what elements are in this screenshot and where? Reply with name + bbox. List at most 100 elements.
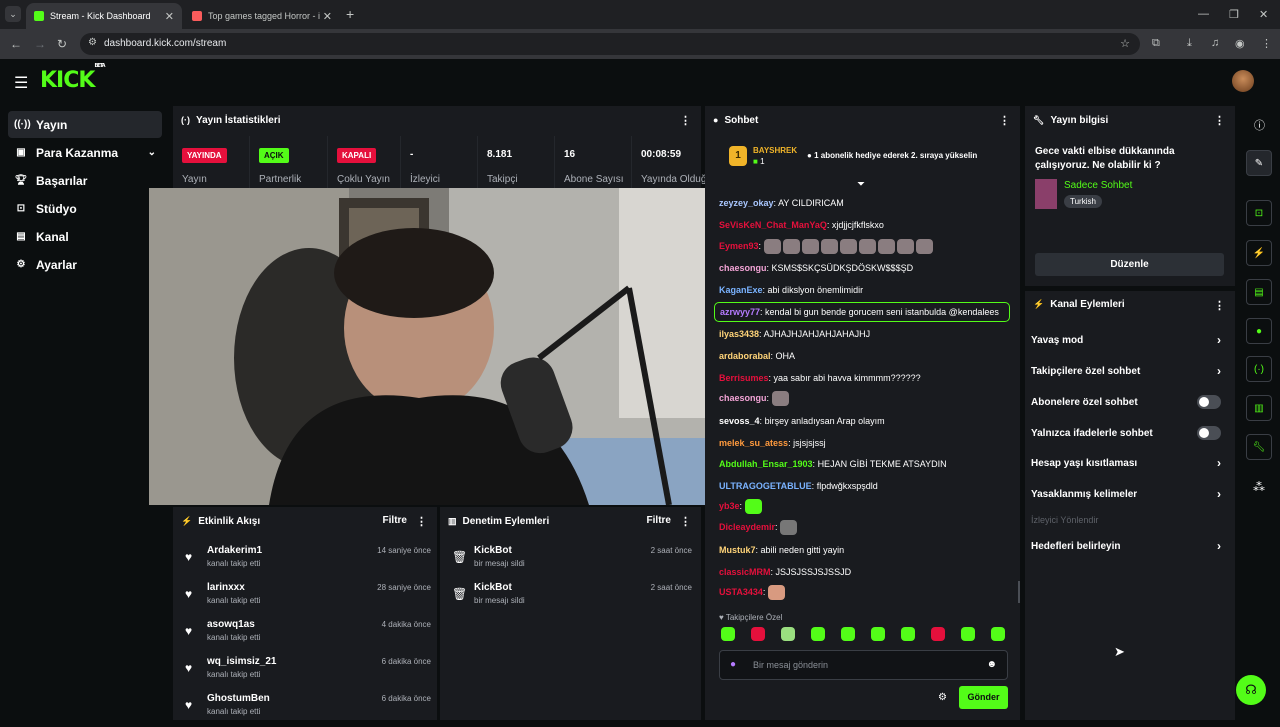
toggle-switch[interactable] [1197, 426, 1221, 440]
info-icon: ● [807, 151, 812, 160]
emote-icon[interactable] [751, 627, 765, 641]
emote-icon[interactable] [931, 627, 945, 641]
microphone-icon[interactable]: ● [730, 659, 736, 670]
emote-icon [763, 239, 781, 254]
sidebar-item-basarilar[interactable]: 🏆︎ Başarılar [8, 167, 162, 194]
sidebar-item-ayarlar[interactable]: ⚙ Ayarlar [8, 251, 162, 278]
kick-favicon-icon [34, 11, 44, 21]
chat-scrollbar[interactable] [1018, 581, 1020, 603]
sidebar-item-kanal[interactable]: ▤ Kanal [8, 223, 162, 250]
moderation-icon: ▥ [448, 515, 457, 526]
category-thumbnail[interactable] [1035, 179, 1057, 209]
restore-icon[interactable]: ❐ [1229, 8, 1239, 21]
list-item: ♥ Ardakerim1 kanalı takip etti 14 saniye… [185, 545, 431, 568]
tab-search-button[interactable]: ⌄ [5, 6, 21, 22]
emote-icon [782, 239, 800, 254]
category-link[interactable]: Sadece Sohbet [1064, 180, 1132, 191]
webcam-image [149, 188, 711, 505]
edit-pencil-icon[interactable]: ✎ [1246, 150, 1272, 176]
action-yavas-mod[interactable]: Yavaş mod › [1031, 333, 1221, 347]
send-button[interactable]: Gönder [959, 686, 1008, 709]
collapse-icon[interactable]: ⏷ [857, 179, 865, 190]
kick-logo[interactable]: KICKBETA [40, 63, 106, 93]
support-headset-icon[interactable]: ☊ [1236, 675, 1266, 705]
gift-leaderboard[interactable]: 1 BAYSHREK ■ 1 ● 1 abonelik hediye edere… [727, 144, 1017, 174]
site-info-icon[interactable]: ⚙ [88, 37, 97, 48]
lightning-icon[interactable]: ⚡ [1246, 240, 1272, 266]
sidebar-item-studyo[interactable]: ⊡ Stüdyo [8, 195, 162, 222]
tab-itch[interactable]: Top games tagged Horror - itch ✕ [184, 3, 340, 29]
edit-button[interactable]: Düzenle [1035, 253, 1224, 276]
filter-button[interactable]: Filtre [383, 515, 407, 526]
emote-icon [780, 520, 798, 535]
minimize-icon[interactable]: — [1198, 8, 1209, 20]
new-tab-button[interactable]: + [346, 6, 354, 22]
channel-actions-header: ⚡ Kanal Eylemleri ⋮ [1033, 298, 1225, 313]
lightning-icon: ⚡ [1033, 298, 1045, 309]
wrench-icon[interactable]: 🔧︎ [1246, 434, 1272, 460]
kebab-menu-icon[interactable]: ⋮ [1214, 114, 1225, 127]
url-text[interactable]: dashboard.kick.com/stream [104, 38, 226, 49]
moderation-icon[interactable]: ▥ [1246, 395, 1272, 421]
forward-icon[interactable]: → [34, 37, 46, 51]
document-icon[interactable]: ▤ [1246, 279, 1272, 305]
info-icon[interactable]: ⓘ [1254, 117, 1265, 133]
emote-icon[interactable] [901, 627, 915, 641]
media-icon[interactable]: ♫ [1211, 37, 1219, 49]
kebab-menu-icon[interactable]: ⋮ [680, 515, 691, 528]
bookmark-star-icon[interactable]: ☆ [1120, 37, 1130, 50]
action-takipcilere-ozel[interactable]: Takipçilere özel sohbet › [1031, 364, 1221, 378]
emote-icon[interactable] [991, 627, 1005, 641]
moderation-panel: ▥ Denetim Eylemleri Filtre ⋮ 🗑︎ KickBot … [440, 507, 701, 720]
kebab-menu-icon[interactable]: ⋮ [999, 114, 1010, 127]
emote-icon[interactable] [721, 627, 735, 641]
tab-kick-dashboard[interactable]: Stream - Kick Dashboard ✕ [26, 3, 182, 29]
kebab-menu-icon[interactable]: ⋮ [680, 114, 691, 127]
emote-icon[interactable] [961, 627, 975, 641]
emote-icon[interactable] [811, 627, 825, 641]
chevron-right-icon: › [1217, 487, 1221, 501]
address-bar[interactable]: ⚙ dashboard.kick.com/stream ☆ [80, 33, 1140, 55]
close-tab-icon[interactable]: ✕ [323, 10, 332, 23]
chevron-right-icon: › [1217, 333, 1221, 347]
extensions-icon[interactable]: ⧉ [1152, 37, 1160, 50]
status-badge: KAPALI [337, 148, 377, 163]
close-tab-icon[interactable]: ✕ [165, 10, 174, 23]
emote-icon[interactable] [781, 627, 795, 641]
reload-icon[interactable]: ↻ [57, 37, 67, 51]
sidebar-item-para-kazanma[interactable]: ▣ Para Kazanma ⌄ [8, 139, 162, 166]
filter-button[interactable]: Filtre [647, 515, 671, 526]
sidebar-item-yayin[interactable]: ((·)) Yayın [8, 111, 162, 138]
gear-icon: ⚙ [16, 259, 26, 270]
avatar[interactable] [1232, 70, 1254, 92]
emoji-icon[interactable]: ☻ [986, 659, 997, 670]
action-hedefler[interactable]: Hedefleri belirleyin › [1031, 539, 1221, 553]
kebab-menu-icon[interactable]: ⋮ [416, 515, 427, 528]
stream-preview-video[interactable] [149, 188, 711, 505]
chat-message: zeyzey_okay: AY CILDIRICAM [719, 198, 844, 208]
download-icon[interactable]: ⤓ [1187, 37, 1192, 50]
chat-bubble-icon[interactable]: ● [1246, 318, 1272, 344]
stat-partnerlik: AÇIK Partnerlik [250, 136, 328, 191]
emote-icon[interactable] [841, 627, 855, 641]
broadcast-icon[interactable]: (·) [1246, 356, 1272, 382]
toggle-switch[interactable] [1197, 395, 1221, 409]
chat-settings-icon[interactable]: ⚙ [938, 692, 947, 703]
kebab-menu-icon[interactable]: ⋮ [1214, 299, 1225, 312]
capture-icon[interactable]: ⊡ [1246, 200, 1272, 226]
heart-icon: ♥ [185, 698, 193, 712]
chat-input[interactable]: ● Bir mesaj gönderin ☻ [719, 650, 1008, 680]
apps-icon[interactable]: ⁂ [1253, 480, 1265, 494]
menu-icon[interactable]: ☰ [14, 73, 28, 93]
action-hesap-yasi[interactable]: Hesap yaşı kısıtlaması › [1031, 456, 1221, 470]
status-badge: YAYINDA [182, 148, 227, 163]
action-yasakli-kelimeler[interactable]: Yasaklanmış kelimeler › [1031, 487, 1221, 501]
emote-icon[interactable] [871, 627, 885, 641]
profile-icon[interactable]: ◉ [1235, 37, 1245, 50]
chat-message: melek_su_atess: jsjsjsjssj [719, 438, 826, 448]
close-window-icon[interactable]: ✕ [1259, 8, 1268, 21]
back-icon[interactable]: ← [10, 37, 22, 51]
wrench-icon: 🔧︎ [1033, 114, 1045, 125]
mouse-cursor-icon: ➤ [1114, 644, 1125, 659]
browser-menu-icon[interactable]: ⋮ [1261, 37, 1272, 50]
